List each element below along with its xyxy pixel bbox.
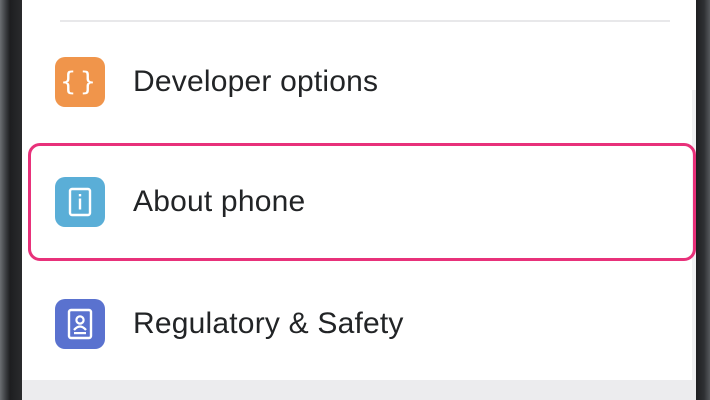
braces-icon: {} <box>55 57 105 107</box>
settings-item-label: Developer options <box>133 65 379 98</box>
badge-icon <box>55 299 105 349</box>
settings-item-regulatory-safety[interactable]: Regulatory & Safety <box>22 284 696 364</box>
settings-screen: {} Developer options About phone Regulat… <box>22 0 696 400</box>
phone-bezel-left <box>0 0 22 400</box>
settings-item-about-phone[interactable]: About phone <box>28 143 696 261</box>
list-divider <box>60 20 670 22</box>
list-footer-band <box>22 380 696 400</box>
settings-item-developer-options[interactable]: {} Developer options <box>22 42 696 122</box>
phone-bezel-right <box>696 0 710 400</box>
settings-item-label: Regulatory & Safety <box>133 307 404 340</box>
settings-item-label: About phone <box>133 185 306 218</box>
info-icon <box>55 177 105 227</box>
